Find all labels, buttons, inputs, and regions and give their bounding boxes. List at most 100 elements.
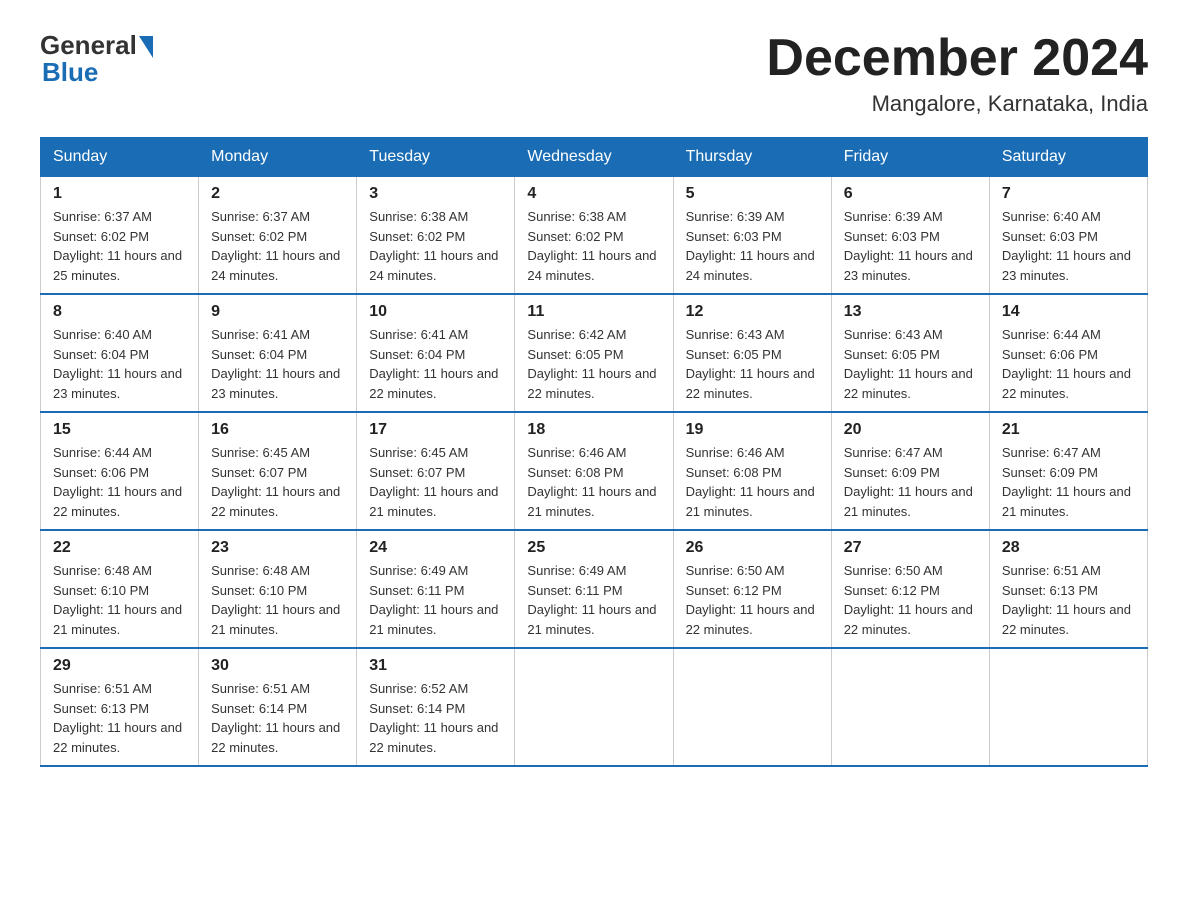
table-row: 13 Sunrise: 6:43 AM Sunset: 6:05 PM Dayl…: [831, 294, 989, 412]
day-info: Sunrise: 6:37 AM Sunset: 6:02 PM Dayligh…: [53, 207, 186, 285]
table-row: 27 Sunrise: 6:50 AM Sunset: 6:12 PM Dayl…: [831, 530, 989, 648]
day-info: Sunrise: 6:47 AM Sunset: 6:09 PM Dayligh…: [844, 443, 977, 521]
table-row: 25 Sunrise: 6:49 AM Sunset: 6:11 PM Dayl…: [515, 530, 673, 648]
day-number: 23: [211, 539, 344, 557]
day-number: 27: [844, 539, 977, 557]
table-row: 11 Sunrise: 6:42 AM Sunset: 6:05 PM Dayl…: [515, 294, 673, 412]
table-row: 31 Sunrise: 6:52 AM Sunset: 6:14 PM Dayl…: [357, 648, 515, 766]
day-info: Sunrise: 6:47 AM Sunset: 6:09 PM Dayligh…: [1002, 443, 1135, 521]
calendar-week-row: 29 Sunrise: 6:51 AM Sunset: 6:13 PM Dayl…: [41, 648, 1148, 766]
month-title: December 2024: [766, 30, 1148, 87]
day-number: 21: [1002, 421, 1135, 439]
day-info: Sunrise: 6:49 AM Sunset: 6:11 PM Dayligh…: [527, 561, 660, 639]
calendar-week-row: 1 Sunrise: 6:37 AM Sunset: 6:02 PM Dayli…: [41, 177, 1148, 295]
day-number: 10: [369, 303, 502, 321]
day-info: Sunrise: 6:40 AM Sunset: 6:03 PM Dayligh…: [1002, 207, 1135, 285]
table-row: 18 Sunrise: 6:46 AM Sunset: 6:08 PM Dayl…: [515, 412, 673, 530]
table-row: 5 Sunrise: 6:39 AM Sunset: 6:03 PM Dayli…: [673, 177, 831, 295]
calendar-header-row: Sunday Monday Tuesday Wednesday Thursday…: [41, 138, 1148, 177]
table-row: [673, 648, 831, 766]
calendar-week-row: 15 Sunrise: 6:44 AM Sunset: 6:06 PM Dayl…: [41, 412, 1148, 530]
table-row: 24 Sunrise: 6:49 AM Sunset: 6:11 PM Dayl…: [357, 530, 515, 648]
table-row: 28 Sunrise: 6:51 AM Sunset: 6:13 PM Dayl…: [989, 530, 1147, 648]
day-number: 8: [53, 303, 186, 321]
day-number: 25: [527, 539, 660, 557]
day-number: 19: [686, 421, 819, 439]
day-number: 2: [211, 185, 344, 203]
table-row: 3 Sunrise: 6:38 AM Sunset: 6:02 PM Dayli…: [357, 177, 515, 295]
day-number: 4: [527, 185, 660, 203]
day-number: 15: [53, 421, 186, 439]
table-row: 26 Sunrise: 6:50 AM Sunset: 6:12 PM Dayl…: [673, 530, 831, 648]
day-number: 17: [369, 421, 502, 439]
col-friday: Friday: [831, 138, 989, 177]
table-row: 20 Sunrise: 6:47 AM Sunset: 6:09 PM Dayl…: [831, 412, 989, 530]
day-info: Sunrise: 6:46 AM Sunset: 6:08 PM Dayligh…: [527, 443, 660, 521]
day-info: Sunrise: 6:50 AM Sunset: 6:12 PM Dayligh…: [844, 561, 977, 639]
day-info: Sunrise: 6:45 AM Sunset: 6:07 PM Dayligh…: [369, 443, 502, 521]
table-row: 6 Sunrise: 6:39 AM Sunset: 6:03 PM Dayli…: [831, 177, 989, 295]
day-info: Sunrise: 6:39 AM Sunset: 6:03 PM Dayligh…: [844, 207, 977, 285]
logo-arrow-icon: [139, 36, 153, 58]
day-number: 9: [211, 303, 344, 321]
day-info: Sunrise: 6:50 AM Sunset: 6:12 PM Dayligh…: [686, 561, 819, 639]
day-info: Sunrise: 6:51 AM Sunset: 6:13 PM Dayligh…: [53, 679, 186, 757]
day-number: 1: [53, 185, 186, 203]
table-row: 21 Sunrise: 6:47 AM Sunset: 6:09 PM Dayl…: [989, 412, 1147, 530]
day-info: Sunrise: 6:51 AM Sunset: 6:14 PM Dayligh…: [211, 679, 344, 757]
col-monday: Monday: [199, 138, 357, 177]
table-row: 30 Sunrise: 6:51 AM Sunset: 6:14 PM Dayl…: [199, 648, 357, 766]
calendar-week-row: 22 Sunrise: 6:48 AM Sunset: 6:10 PM Dayl…: [41, 530, 1148, 648]
day-info: Sunrise: 6:44 AM Sunset: 6:06 PM Dayligh…: [1002, 325, 1135, 403]
table-row: 15 Sunrise: 6:44 AM Sunset: 6:06 PM Dayl…: [41, 412, 199, 530]
day-number: 14: [1002, 303, 1135, 321]
day-number: 29: [53, 657, 186, 675]
col-sunday: Sunday: [41, 138, 199, 177]
table-row: 8 Sunrise: 6:40 AM Sunset: 6:04 PM Dayli…: [41, 294, 199, 412]
calendar-week-row: 8 Sunrise: 6:40 AM Sunset: 6:04 PM Dayli…: [41, 294, 1148, 412]
day-info: Sunrise: 6:41 AM Sunset: 6:04 PM Dayligh…: [211, 325, 344, 403]
day-info: Sunrise: 6:43 AM Sunset: 6:05 PM Dayligh…: [686, 325, 819, 403]
day-number: 24: [369, 539, 502, 557]
day-info: Sunrise: 6:48 AM Sunset: 6:10 PM Dayligh…: [211, 561, 344, 639]
day-number: 11: [527, 303, 660, 321]
table-row: 29 Sunrise: 6:51 AM Sunset: 6:13 PM Dayl…: [41, 648, 199, 766]
day-number: 28: [1002, 539, 1135, 557]
col-saturday: Saturday: [989, 138, 1147, 177]
logo: General Blue: [40, 30, 153, 88]
day-info: Sunrise: 6:48 AM Sunset: 6:10 PM Dayligh…: [53, 561, 186, 639]
day-info: Sunrise: 6:42 AM Sunset: 6:05 PM Dayligh…: [527, 325, 660, 403]
day-number: 3: [369, 185, 502, 203]
table-row: 14 Sunrise: 6:44 AM Sunset: 6:06 PM Dayl…: [989, 294, 1147, 412]
table-row: 4 Sunrise: 6:38 AM Sunset: 6:02 PM Dayli…: [515, 177, 673, 295]
day-info: Sunrise: 6:41 AM Sunset: 6:04 PM Dayligh…: [369, 325, 502, 403]
logo-blue-text: Blue: [42, 57, 98, 88]
location-title: Mangalore, Karnataka, India: [766, 91, 1148, 117]
day-number: 5: [686, 185, 819, 203]
day-info: Sunrise: 6:39 AM Sunset: 6:03 PM Dayligh…: [686, 207, 819, 285]
col-wednesday: Wednesday: [515, 138, 673, 177]
day-info: Sunrise: 6:38 AM Sunset: 6:02 PM Dayligh…: [369, 207, 502, 285]
day-number: 30: [211, 657, 344, 675]
day-info: Sunrise: 6:40 AM Sunset: 6:04 PM Dayligh…: [53, 325, 186, 403]
day-info: Sunrise: 6:46 AM Sunset: 6:08 PM Dayligh…: [686, 443, 819, 521]
day-info: Sunrise: 6:37 AM Sunset: 6:02 PM Dayligh…: [211, 207, 344, 285]
day-number: 7: [1002, 185, 1135, 203]
table-row: 17 Sunrise: 6:45 AM Sunset: 6:07 PM Dayl…: [357, 412, 515, 530]
table-row: 9 Sunrise: 6:41 AM Sunset: 6:04 PM Dayli…: [199, 294, 357, 412]
day-number: 13: [844, 303, 977, 321]
table-row: [831, 648, 989, 766]
day-number: 26: [686, 539, 819, 557]
page-header: General Blue December 2024 Mangalore, Ka…: [40, 30, 1148, 117]
day-info: Sunrise: 6:49 AM Sunset: 6:11 PM Dayligh…: [369, 561, 502, 639]
calendar-table: Sunday Monday Tuesday Wednesday Thursday…: [40, 137, 1148, 767]
day-info: Sunrise: 6:51 AM Sunset: 6:13 PM Dayligh…: [1002, 561, 1135, 639]
table-row: [515, 648, 673, 766]
col-tuesday: Tuesday: [357, 138, 515, 177]
day-number: 31: [369, 657, 502, 675]
table-row: 23 Sunrise: 6:48 AM Sunset: 6:10 PM Dayl…: [199, 530, 357, 648]
day-number: 18: [527, 421, 660, 439]
table-row: 2 Sunrise: 6:37 AM Sunset: 6:02 PM Dayli…: [199, 177, 357, 295]
table-row: 22 Sunrise: 6:48 AM Sunset: 6:10 PM Dayl…: [41, 530, 199, 648]
day-info: Sunrise: 6:44 AM Sunset: 6:06 PM Dayligh…: [53, 443, 186, 521]
